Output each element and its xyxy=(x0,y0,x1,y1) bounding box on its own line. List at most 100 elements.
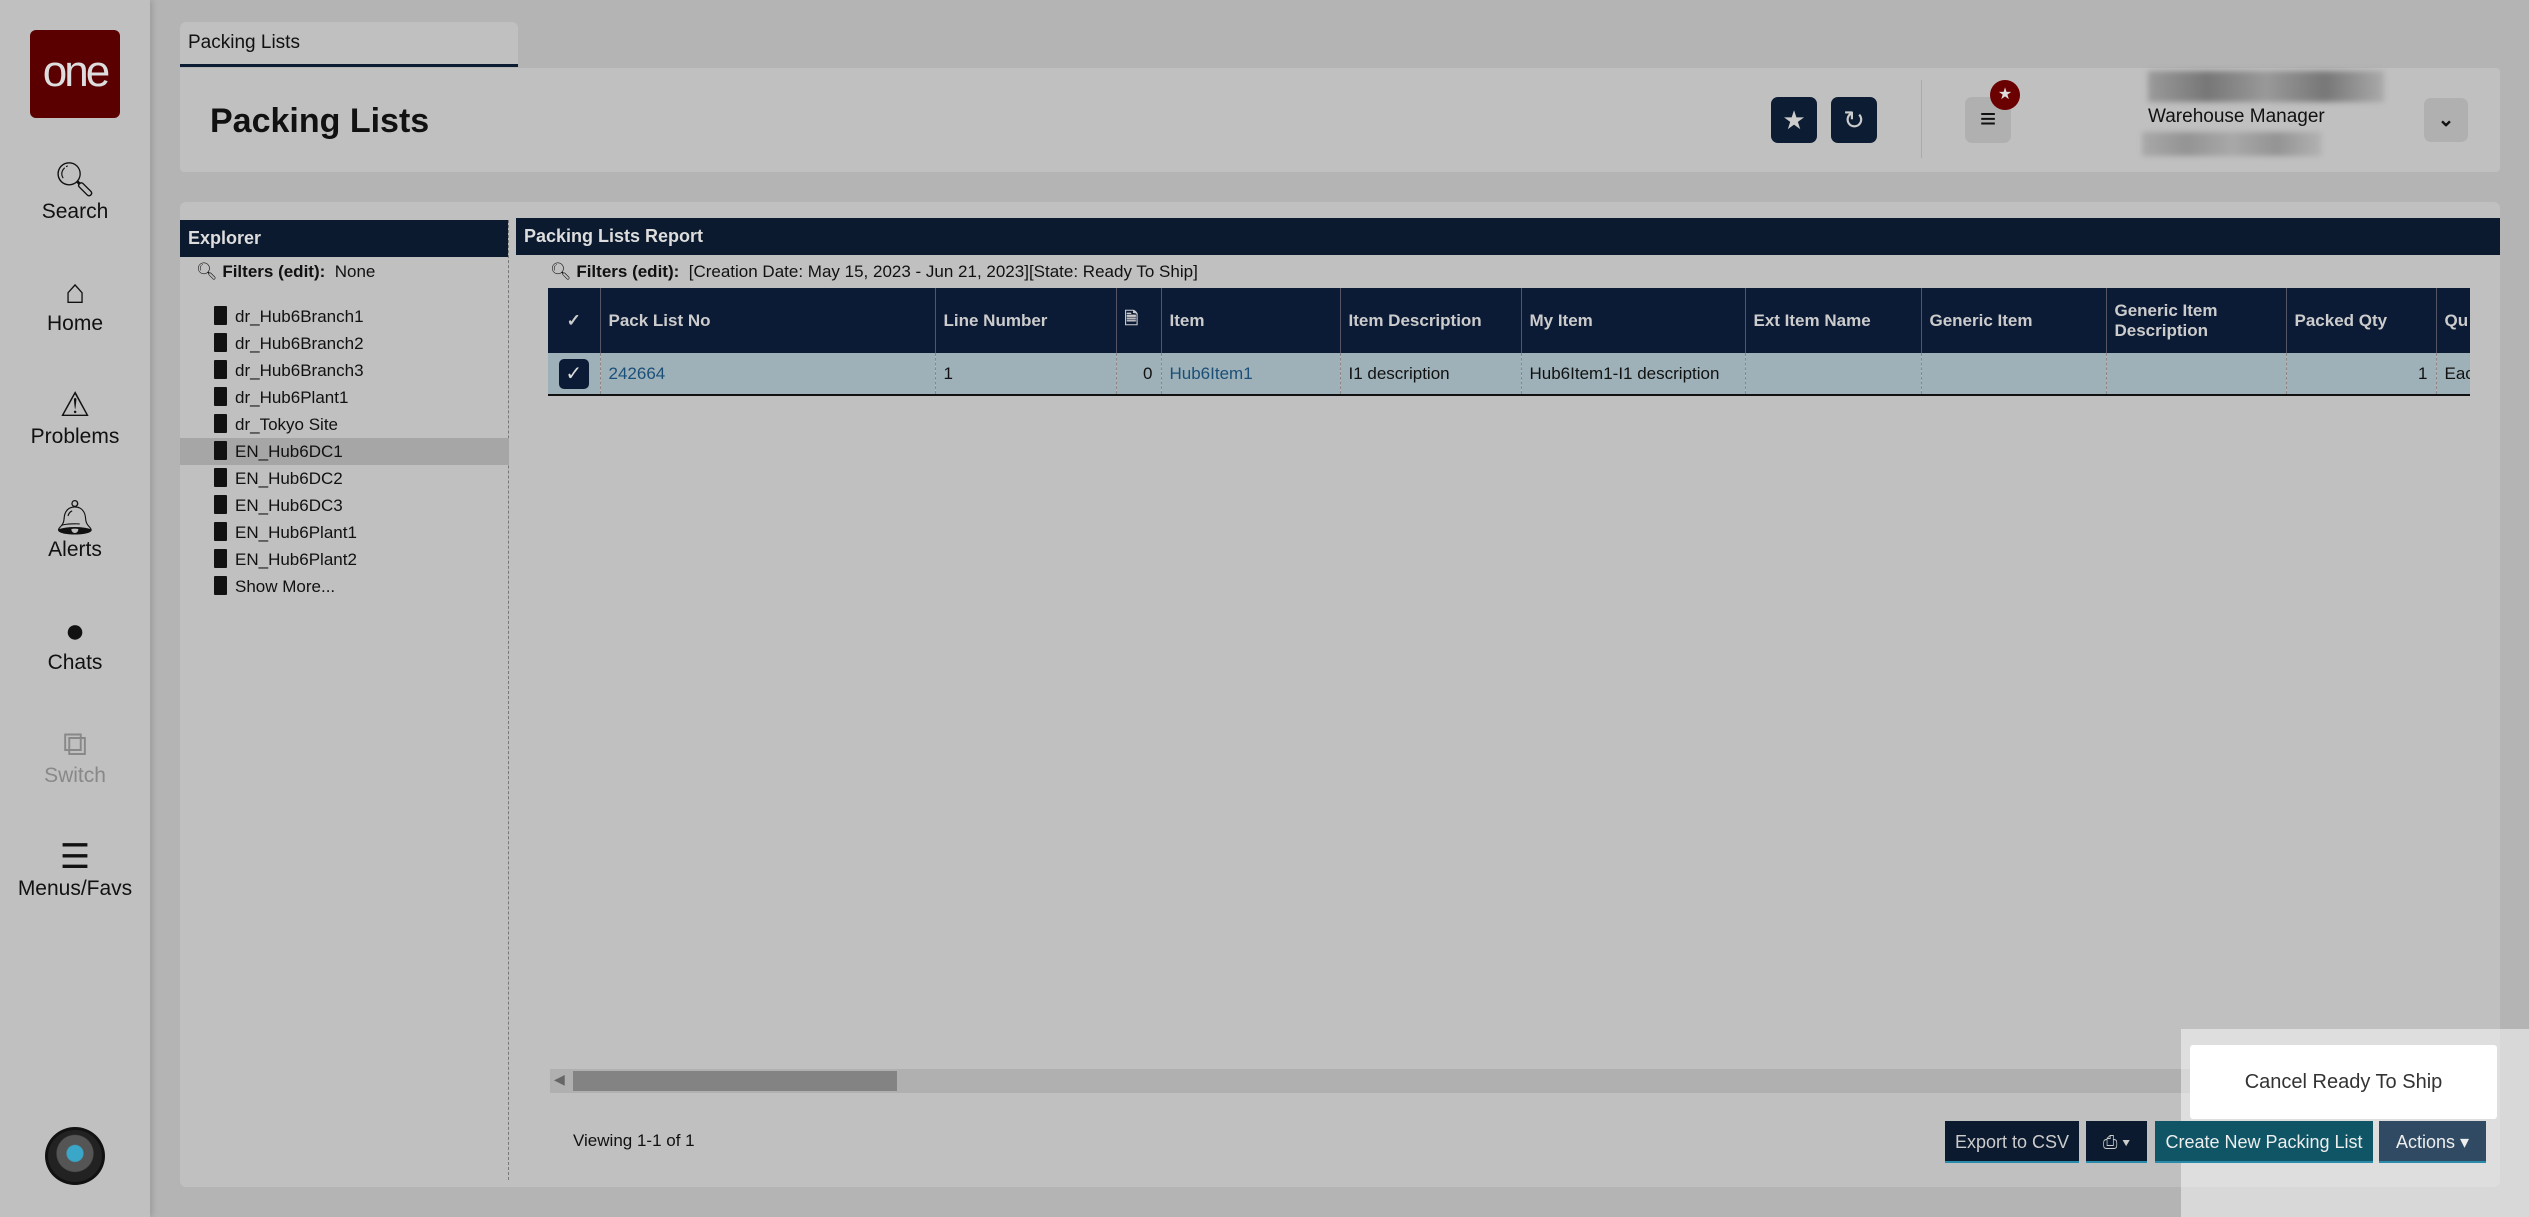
report-table-wrap: ✓ Pack List No Line Number 🗎︎ Item Item Descr… xyxy=(548,288,2470,396)
table-cell: I1 description xyxy=(1340,353,1522,396)
user-role: Warehouse Manager xyxy=(2148,106,2325,127)
cell-link[interactable]: Hub6Item1 xyxy=(1170,364,1253,383)
create-packing-list-button[interactable]: Create New Packing List xyxy=(2155,1121,2373,1163)
document-icon xyxy=(214,441,227,460)
warning-icon: ⚠ xyxy=(59,386,91,424)
scrollbar-thumb[interactable] xyxy=(573,1071,897,1091)
caret-down-icon: ▾ xyxy=(2122,1132,2130,1152)
table-cell xyxy=(1745,353,1922,396)
document-icon xyxy=(214,576,227,595)
favorite-button[interactable]: ★ xyxy=(1771,97,1817,143)
column-header[interactable]: My Item xyxy=(1521,288,1746,353)
column-header[interactable]: Generic Item Description xyxy=(2106,288,2287,353)
document-icon xyxy=(214,522,227,541)
favorites-badge: ★ xyxy=(1990,80,2020,110)
explorer-filters: 🔍︎ Filters (edit): None xyxy=(196,262,376,281)
document-icon xyxy=(214,414,227,433)
tree-item[interactable]: EN_Hub6DC2 xyxy=(204,465,509,492)
page-header: Packing Lists ★ ↻ ≡ ★ Warehouse Manager … xyxy=(180,68,2500,172)
document-icon xyxy=(214,306,227,325)
filters-edit-link[interactable]: Filters (edit): xyxy=(222,262,325,281)
table-cell: Hub6Item1 xyxy=(1161,353,1341,396)
page-title: Packing Lists xyxy=(210,102,430,140)
table-cell: Eac xyxy=(2436,353,2470,396)
user-org-redacted xyxy=(2142,132,2322,156)
cell-link[interactable]: 242664 xyxy=(609,364,666,383)
scroll-left-icon[interactable]: ◀ xyxy=(554,1071,565,1088)
document-icon xyxy=(214,387,227,406)
tree-item[interactable]: EN_Hub6Plant2 xyxy=(204,546,509,573)
select-all-header[interactable]: ✓ xyxy=(548,288,601,353)
filters-edit-link[interactable]: Filters (edit): xyxy=(576,262,679,281)
tree-item[interactable]: dr_Hub6Branch3 xyxy=(204,357,509,384)
nav-problems[interactable]: ⚠ Problems xyxy=(0,385,150,449)
user-name-redacted xyxy=(2148,71,2384,102)
search-icon: 🔍︎ xyxy=(196,262,218,281)
logo[interactable]: one xyxy=(30,30,120,118)
document-icon xyxy=(214,468,227,487)
table-cell: 242664 xyxy=(600,353,936,396)
actions-button[interactable]: Actions ▾ xyxy=(2379,1121,2486,1163)
table-cell: 1 xyxy=(935,353,1117,396)
search-icon: 🔍︎ xyxy=(53,161,97,199)
column-header[interactable]: Ext Item Name xyxy=(1745,288,1922,353)
caret-down-icon: ▾ xyxy=(2460,1132,2470,1152)
home-icon: ⌂ xyxy=(64,273,86,311)
row-checkbox[interactable]: ✓ xyxy=(558,358,589,389)
report-panel: Packing Lists Report 🔍︎ Filters (edit): … xyxy=(516,218,2500,1178)
table-cell: Hub6Item1-I1 description xyxy=(1521,353,1746,396)
column-header[interactable]: Generic Item xyxy=(1921,288,2107,353)
column-header[interactable]: Item Description xyxy=(1340,288,1522,353)
column-header[interactable]: Pack List No xyxy=(600,288,936,353)
tree-item[interactable]: EN_Hub6Plant1 xyxy=(204,519,509,546)
sidebar: one 🔍︎ Search ⌂ Home ⚠ Problems 🔔︎ Alerts ● C… xyxy=(0,0,150,1217)
tree-item[interactable]: dr_Hub6Branch1 xyxy=(204,303,509,330)
main-panel: Explorer 🔍︎ Filters (edit): None dr_Hub6… xyxy=(180,202,2500,1187)
column-header[interactable]: Line Number xyxy=(935,288,1117,353)
report-filters: 🔍︎ Filters (edit): [Creation Date: May 1… xyxy=(550,262,1198,281)
nav-menus-favs[interactable]: ☰ Menus/Favs xyxy=(0,837,150,901)
viewing-count: Viewing 1-1 of 1 xyxy=(573,1131,695,1150)
menu-item-cancel-ready-to-ship[interactable]: Cancel Ready To Ship xyxy=(2190,1045,2497,1119)
table-cell xyxy=(2106,353,2287,396)
document-icon xyxy=(214,549,227,568)
refresh-icon: ↻ xyxy=(1843,105,1865,135)
explorer-panel: Explorer 🔍︎ Filters (edit): None dr_Hub6… xyxy=(180,220,509,1180)
user-menu-button[interactable]: ⌄ xyxy=(2424,98,2468,142)
column-header[interactable]: Qu xyxy=(2436,288,2470,353)
chat-icon: ● xyxy=(64,612,86,650)
tree-item[interactable]: EN_Hub6DC1 xyxy=(180,438,509,465)
star-icon: ★ xyxy=(1782,105,1806,135)
document-icon xyxy=(214,360,227,379)
table-cell: 1 xyxy=(2286,353,2437,396)
nav-chats[interactable]: ● Chats xyxy=(0,611,150,675)
tree-item[interactable]: dr_Hub6Branch2 xyxy=(204,330,509,357)
export-csv-button[interactable]: Export to CSV xyxy=(1945,1121,2079,1163)
tree-item[interactable]: dr_Hub6Plant1 xyxy=(204,384,509,411)
horizontal-scrollbar[interactable]: ◀ xyxy=(550,1069,2470,1093)
refresh-button[interactable]: ↻ xyxy=(1831,97,1877,143)
nav-search[interactable]: 🔍︎ Search xyxy=(0,160,150,224)
divider xyxy=(1921,80,1922,158)
table-cell: 0 xyxy=(1116,353,1162,396)
avatar[interactable] xyxy=(45,1127,105,1185)
document-icon: 🗎︎ xyxy=(1124,309,1139,328)
switch-icon: ⧉ xyxy=(62,725,88,763)
list-icon: ≡ xyxy=(1979,103,1997,134)
bell-icon: 🔔︎ xyxy=(53,499,97,537)
column-header[interactable]: 🗎︎ xyxy=(1116,288,1162,353)
nav-alerts[interactable]: 🔔︎ Alerts xyxy=(0,498,150,562)
nav-home[interactable]: ⌂ Home xyxy=(0,272,150,336)
table-row[interactable]: ✓ 242664 1 0 Hub6Item1 I1 description Hub6Item… xyxy=(548,353,2470,396)
tree-item[interactable]: dr_Tokyo Site xyxy=(204,411,509,438)
document-icon xyxy=(214,333,227,352)
explorer-header: Explorer xyxy=(180,220,508,257)
print-button[interactable]: ⎙ ▾ xyxy=(2086,1121,2147,1163)
column-header[interactable]: Item xyxy=(1161,288,1341,353)
tree-item[interactable]: Show More... xyxy=(204,573,509,600)
document-icon xyxy=(214,495,227,514)
report-header: Packing Lists Report xyxy=(516,218,2500,255)
tab-packing-lists[interactable]: Packing Lists xyxy=(180,22,518,67)
tree-item[interactable]: EN_Hub6DC3 xyxy=(204,492,509,519)
column-header[interactable]: Packed Qty xyxy=(2286,288,2437,353)
